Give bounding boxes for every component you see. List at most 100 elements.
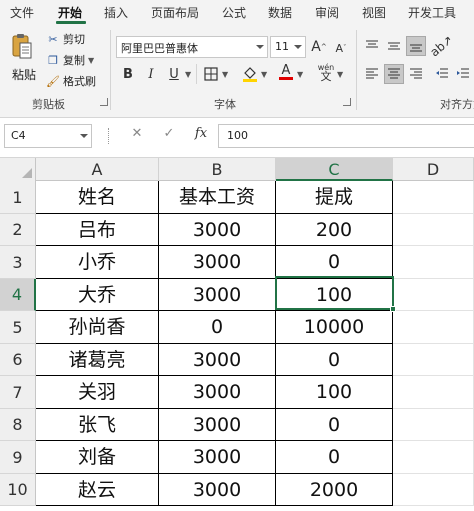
cell-b1[interactable]: 基本工资: [159, 181, 276, 214]
cell-a10[interactable]: 赵云: [36, 474, 159, 506]
font-size-select[interactable]: 11: [270, 36, 306, 58]
tab-page-layout[interactable]: 页面布局: [151, 4, 199, 21]
paste-button[interactable]: 粘贴: [8, 30, 36, 86]
grow-font-button[interactable]: A ^: [309, 37, 329, 57]
cell-a2[interactable]: 吕布: [36, 214, 159, 246]
row-header-10[interactable]: 10: [0, 474, 36, 506]
cell-c3[interactable]: 0: [276, 246, 393, 279]
borders-button[interactable]: [201, 64, 221, 84]
cell-d10[interactable]: [393, 474, 474, 506]
align-top-button[interactable]: [362, 36, 382, 56]
column-header-d[interactable]: D: [393, 158, 474, 181]
cell-b4[interactable]: 3000: [159, 279, 276, 311]
enter-icon[interactable]: ✓: [160, 126, 178, 144]
decrease-indent-button[interactable]: [432, 64, 452, 84]
format-painter-button[interactable]: 🖌 格式刷: [46, 72, 96, 90]
formula-bar-grip[interactable]: [108, 128, 110, 144]
align-bottom-button[interactable]: [406, 36, 426, 56]
tab-insert[interactable]: 插入: [104, 4, 128, 21]
tab-developer[interactable]: 开发工具: [408, 4, 456, 21]
cell-a8[interactable]: 张飞: [36, 409, 159, 441]
cell-d8[interactable]: [393, 409, 474, 441]
cell-c1[interactable]: 提成: [276, 181, 393, 214]
chevron-down-icon[interactable]: ▼: [261, 70, 267, 79]
font-name-select[interactable]: 阿里巴巴普惠体: [116, 36, 268, 58]
font-dialog-launcher-icon[interactable]: [343, 98, 351, 106]
cell-c6[interactable]: 0: [276, 344, 393, 376]
italic-button[interactable]: I: [141, 64, 161, 84]
align-left-button[interactable]: [362, 64, 382, 84]
row-header-5[interactable]: 5: [0, 311, 36, 344]
row-header-4[interactable]: 4: [0, 279, 36, 311]
chevron-down-icon[interactable]: ▼: [337, 70, 343, 79]
chevron-down-icon[interactable]: ▼: [297, 70, 303, 79]
cell-c10[interactable]: 2000: [276, 474, 393, 506]
cell-a7[interactable]: 关羽: [36, 376, 159, 409]
cell-d5[interactable]: [393, 311, 474, 344]
font-color-button[interactable]: A: [276, 62, 296, 82]
cell-a5[interactable]: 孙尚香: [36, 311, 159, 344]
copy-button[interactable]: ❐ 复制 ▼: [46, 51, 94, 69]
cell-c8[interactable]: 0: [276, 409, 393, 441]
cell-d6[interactable]: [393, 344, 474, 376]
name-box[interactable]: C4: [4, 124, 92, 148]
row-header-3[interactable]: 3: [0, 246, 36, 279]
cell-b2[interactable]: 3000: [159, 214, 276, 246]
row-header-1[interactable]: 1: [0, 181, 36, 214]
underline-button[interactable]: U: [164, 64, 184, 84]
tab-review[interactable]: 审阅: [315, 4, 339, 21]
cell-a4[interactable]: 大乔: [36, 279, 159, 311]
row-header-8[interactable]: 8: [0, 409, 36, 441]
cell-b10[interactable]: 3000: [159, 474, 276, 506]
column-header-c[interactable]: C: [276, 158, 393, 181]
cell-d3[interactable]: [393, 246, 474, 279]
clipboard-dialog-launcher-icon[interactable]: [100, 98, 108, 106]
tab-view[interactable]: 视图: [362, 4, 386, 21]
bold-button[interactable]: B: [118, 64, 138, 84]
tab-file[interactable]: 文件: [10, 4, 34, 21]
increase-indent-button[interactable]: [454, 64, 472, 84]
cell-d2[interactable]: [393, 214, 474, 246]
chevron-down-icon[interactable]: ▼: [185, 70, 191, 79]
cell-c5[interactable]: 10000: [276, 311, 393, 344]
cell-b6[interactable]: 3000: [159, 344, 276, 376]
row-header-6[interactable]: 6: [0, 344, 36, 376]
cell-c7[interactable]: 100: [276, 376, 393, 409]
align-center-button[interactable]: [384, 64, 404, 84]
tab-home[interactable]: 开始: [58, 4, 82, 21]
cell-d7[interactable]: [393, 376, 474, 409]
fill-handle[interactable]: [390, 306, 396, 312]
row-header-2[interactable]: 2: [0, 214, 36, 246]
cell-a9[interactable]: 刘备: [36, 441, 159, 474]
cell-a6[interactable]: 诸葛亮: [36, 344, 159, 376]
cell-b8[interactable]: 3000: [159, 409, 276, 441]
cell-b5[interactable]: 0: [159, 311, 276, 344]
cell-b7[interactable]: 3000: [159, 376, 276, 409]
orientation-button[interactable]: ab↗: [428, 33, 456, 60]
shrink-font-button[interactable]: Aˇ: [331, 38, 351, 58]
tab-data[interactable]: 数据: [268, 4, 292, 21]
cell-c2[interactable]: 200: [276, 214, 393, 246]
cancel-icon[interactable]: ✕: [128, 126, 146, 144]
row-header-9[interactable]: 9: [0, 441, 36, 474]
row-header-7[interactable]: 7: [0, 376, 36, 409]
column-header-a[interactable]: A: [36, 158, 159, 181]
cell-b9[interactable]: 3000: [159, 441, 276, 474]
cell-a1[interactable]: 姓名: [36, 181, 159, 214]
cell-d4[interactable]: [393, 279, 474, 311]
phonetic-guide-button[interactable]: wén 文: [316, 62, 336, 82]
cell-d9[interactable]: [393, 441, 474, 474]
cell-c4[interactable]: 100: [276, 279, 393, 311]
cell-a3[interactable]: 小乔: [36, 246, 159, 279]
cell-d1[interactable]: [393, 181, 474, 214]
align-middle-button[interactable]: [384, 36, 404, 56]
chevron-down-icon[interactable]: ▼: [222, 70, 228, 79]
cell-c9[interactable]: 0: [276, 441, 393, 474]
fill-color-button[interactable]: [240, 64, 260, 84]
select-all-button[interactable]: [0, 158, 36, 181]
cell-b3[interactable]: 3000: [159, 246, 276, 279]
insert-function-icon[interactable]: fx: [192, 126, 210, 144]
tab-formulas[interactable]: 公式: [222, 4, 246, 21]
align-right-button[interactable]: [406, 64, 426, 84]
formula-input[interactable]: 100: [218, 124, 474, 148]
